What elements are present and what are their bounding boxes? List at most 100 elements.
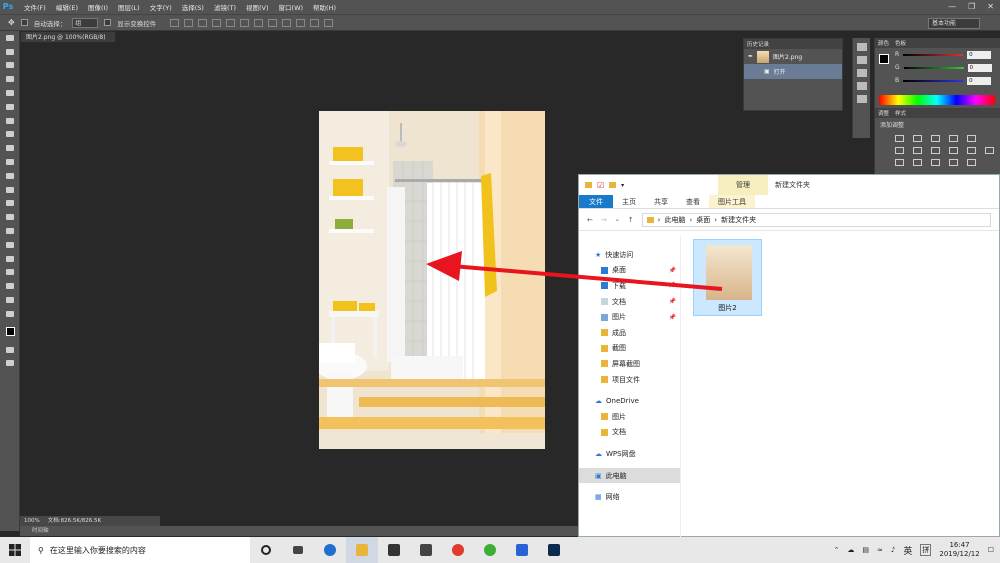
- path-select-tool-icon[interactable]: [0, 252, 20, 266]
- exposure-icon[interactable]: [949, 135, 958, 142]
- tab-history[interactable]: 历史记录: [747, 40, 769, 48]
- volume-icon[interactable]: ♪: [891, 546, 895, 554]
- nav-this-pc[interactable]: ▣ 此电脑: [579, 467, 680, 484]
- history-snapshot[interactable]: ✒ 图片2.png: [744, 49, 842, 64]
- tray-overflow-icon[interactable]: ⌃: [834, 546, 840, 554]
- nav-wps-cloud[interactable]: ☁ WPS网盘: [579, 446, 680, 462]
- tab-manage[interactable]: 管理: [718, 175, 768, 195]
- threshold-icon[interactable]: [931, 159, 940, 166]
- gradient-map-icon[interactable]: [949, 159, 958, 166]
- tab-picture-tools[interactable]: 图片工具: [709, 195, 755, 208]
- align-middle-icon[interactable]: [184, 18, 194, 27]
- properties-icon[interactable]: ☑: [597, 181, 604, 190]
- clock[interactable]: 16:47 2019/12/12: [939, 541, 979, 559]
- r-value[interactable]: 0: [967, 50, 992, 59]
- healing-tool-icon[interactable]: [0, 114, 20, 128]
- distribute-center-icon[interactable]: [310, 18, 320, 27]
- levels-icon[interactable]: [913, 135, 922, 142]
- menu-help[interactable]: 帮助(H): [313, 2, 336, 12]
- g-slider[interactable]: [903, 66, 964, 69]
- menu-window[interactable]: 窗口(W): [279, 2, 304, 12]
- wifi-icon[interactable]: ≈: [877, 546, 883, 554]
- hand-tool-icon[interactable]: [0, 279, 20, 293]
- chrome-icon[interactable]: [442, 537, 474, 563]
- crop-tool-icon[interactable]: [0, 86, 20, 100]
- zoom-level[interactable]: 100%: [24, 516, 40, 526]
- swap-colors-icon[interactable]: [0, 307, 20, 321]
- nav-onedrive-documents[interactable]: 文档: [579, 425, 680, 441]
- b-value[interactable]: 0: [967, 76, 992, 85]
- b-slider[interactable]: [903, 79, 964, 82]
- nav-quick-access[interactable]: ★ 快速访问: [579, 247, 680, 263]
- lasso-tool-icon[interactable]: [0, 59, 20, 73]
- distribute-top-icon[interactable]: [254, 18, 264, 27]
- new-folder-icon[interactable]: [609, 182, 617, 188]
- tab-styles[interactable]: 样式: [895, 109, 906, 117]
- black-white-icon[interactable]: [931, 147, 940, 154]
- close-icon[interactable]: ✕: [987, 2, 994, 11]
- marquee-tool-icon[interactable]: [0, 45, 20, 59]
- brush-tool-icon[interactable]: [0, 128, 20, 142]
- breadcrumb-item[interactable]: 新建文件夹: [721, 215, 756, 225]
- align-top-icon[interactable]: [170, 18, 180, 27]
- workspace-dropdown[interactable]: 基本功能: [928, 18, 980, 29]
- forward-icon[interactable]: →: [601, 216, 607, 224]
- nav-desktop[interactable]: 桌面 📌: [579, 263, 680, 279]
- photo-filter-icon[interactable]: [949, 147, 958, 154]
- menu-filter[interactable]: 滤镜(T): [214, 2, 236, 12]
- distribute-left-icon[interactable]: [296, 18, 306, 27]
- nav-folder[interactable]: 截图: [579, 341, 680, 357]
- distribute-bottom-icon[interactable]: [282, 18, 292, 27]
- shape-tool-icon[interactable]: [0, 266, 20, 280]
- panel-icon[interactable]: [856, 56, 867, 64]
- brightness-icon[interactable]: [895, 135, 904, 142]
- menu-file[interactable]: 文件(F): [24, 2, 46, 12]
- nav-pictures[interactable]: 图片 📌: [579, 309, 680, 325]
- minimize-icon[interactable]: —: [948, 2, 956, 11]
- network-tray-icon[interactable]: ▤: [862, 546, 869, 554]
- nav-folder[interactable]: 项目文件: [579, 372, 680, 388]
- type-tool-icon[interactable]: [0, 238, 20, 252]
- eyedropper-tool-icon[interactable]: [0, 100, 20, 114]
- distribute-right-icon[interactable]: [324, 18, 334, 27]
- move-tool-icon[interactable]: [0, 31, 20, 45]
- menu-select[interactable]: 选择(S): [182, 2, 204, 12]
- back-icon[interactable]: ←: [587, 216, 593, 224]
- tab-view[interactable]: 查看: [677, 195, 709, 208]
- nav-network[interactable]: ▦ 网络: [579, 489, 680, 505]
- hue-icon[interactable]: [895, 147, 904, 154]
- panel-icon[interactable]: [856, 82, 867, 90]
- history-brush-tool-icon[interactable]: [0, 155, 20, 169]
- timeline-panel-tab[interactable]: 时间轴: [20, 526, 580, 536]
- task-view-icon[interactable]: [282, 537, 314, 563]
- tab-adjustments[interactable]: 调整: [878, 109, 889, 117]
- nav-documents[interactable]: 文档 📌: [579, 294, 680, 310]
- quick-select-tool-icon[interactable]: [0, 72, 20, 86]
- distribute-middle-icon[interactable]: [268, 18, 278, 27]
- panel-icon[interactable]: [856, 69, 867, 77]
- vibrance-icon[interactable]: [967, 135, 976, 142]
- selective-color-icon[interactable]: [967, 159, 976, 166]
- tab-file[interactable]: 文件: [579, 195, 613, 208]
- align-right-icon[interactable]: [240, 18, 250, 27]
- quick-mask-icon[interactable]: [0, 343, 20, 357]
- align-bottom-icon[interactable]: [198, 18, 208, 27]
- stamp-tool-icon[interactable]: [0, 141, 20, 155]
- file-explorer-icon[interactable]: [346, 537, 378, 563]
- color-spectrum[interactable]: [879, 95, 995, 105]
- wechat-icon[interactable]: [474, 537, 506, 563]
- breadcrumb-item[interactable]: 桌面: [696, 215, 710, 225]
- nav-onedrive[interactable]: ☁ OneDrive: [579, 393, 680, 409]
- wps-icon[interactable]: [506, 537, 538, 563]
- tab-swatches[interactable]: 色板: [895, 39, 906, 47]
- gradient-tool-icon[interactable]: [0, 183, 20, 197]
- recent-dropdown-icon[interactable]: ⌄: [615, 216, 620, 223]
- foreground-swatch[interactable]: [879, 54, 889, 64]
- menu-image[interactable]: 图像(I): [88, 2, 108, 12]
- move-tool-icon[interactable]: ✥: [8, 18, 15, 27]
- mail-icon[interactable]: [410, 537, 442, 563]
- nav-onedrive-pictures[interactable]: 图片: [579, 409, 680, 425]
- cortana-icon[interactable]: [250, 537, 282, 563]
- g-value[interactable]: 0: [967, 63, 992, 72]
- photoshop-icon[interactable]: [538, 537, 570, 563]
